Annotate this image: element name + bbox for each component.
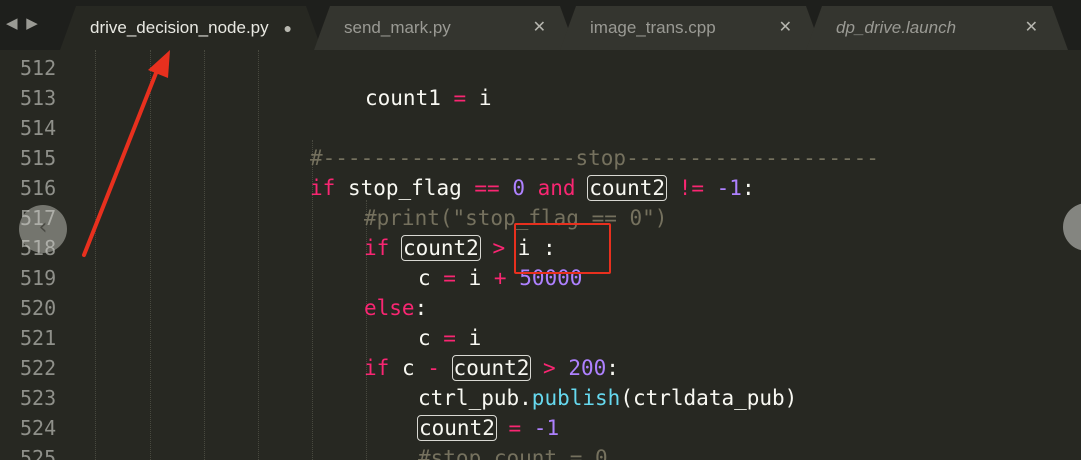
chevron-left-icon[interactable]: ‹: [19, 205, 67, 253]
red-arrow-icon: [82, 50, 170, 257]
